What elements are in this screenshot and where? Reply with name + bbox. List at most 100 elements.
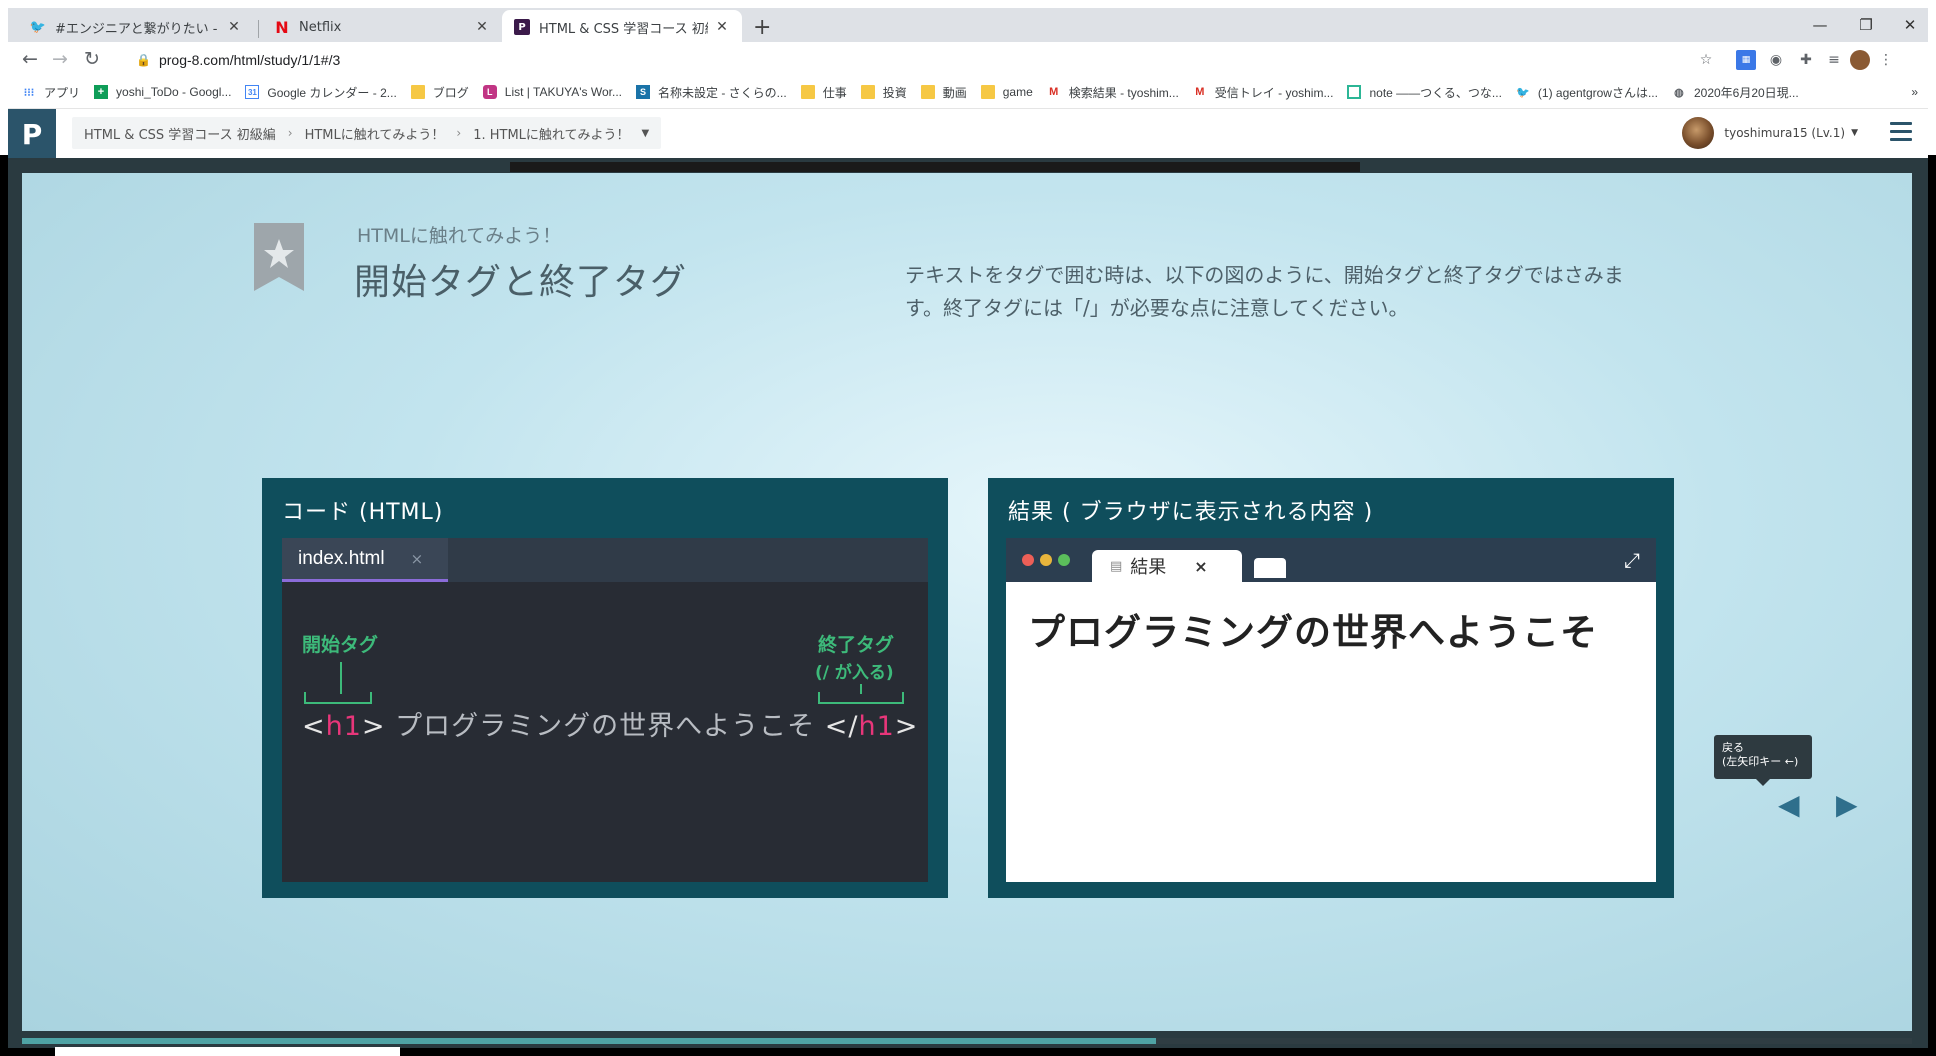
bookmark-label: 受信トレイ - yoshim... — [1214, 85, 1334, 100]
expand-icon[interactable]: ⤢ — [1624, 548, 1640, 572]
close-tab-icon[interactable]: ✕ — [226, 19, 242, 35]
end-tag-note: (/ が入る) — [815, 663, 894, 683]
puzzle-extensions-icon[interactable]: ✚ — [1796, 50, 1816, 70]
bookmark-label: List | TAKUYA's Wor... — [504, 85, 623, 99]
browser-toolbar: ← → ↻ 🔒 prog-8.com/html/study/1/1#/3 ☆ ▦… — [8, 42, 1928, 78]
lesson-title: 開始タグと終了タグ — [354, 262, 688, 303]
hamburger-menu-icon[interactable] — [1890, 122, 1912, 142]
sheets-icon: + — [94, 85, 109, 99]
address-bar[interactable]: 🔒 prog-8.com/html/study/1/1#/3 — [118, 45, 1718, 75]
close-tab-icon[interactable]: ✕ — [714, 19, 730, 35]
site-icon: L — [482, 85, 497, 99]
start-tag-connector — [340, 662, 342, 694]
bookmark-label: 検索結果 - tyoshim... — [1068, 85, 1179, 100]
lesson-description: テキストをタグで囲む時は、以下の図のように、開始タグと終了タグではさみます。終了… — [905, 263, 1624, 320]
editor-tab-bar: index.html × — [282, 538, 928, 582]
close-icon[interactable]: × — [411, 550, 424, 568]
globe-icon: ◍ — [1674, 86, 1684, 99]
result-tab-label: 結果 — [1130, 557, 1167, 578]
apps-grid-icon: ⁝⁝⁝ — [23, 86, 35, 99]
result-browser-tab: ▤ 結果 × — [1092, 550, 1242, 582]
breadcrumb-course[interactable]: HTML & CSS 学習コース 初級編 — [84, 124, 276, 143]
slide-progress-bar — [22, 1038, 1912, 1044]
bookmark-item[interactable]: + yoshi_ToDo - Googl... — [94, 85, 231, 99]
browser-tab-progate[interactable]: P HTML & CSS 学習コース 初級編 | Progate ✕ — [502, 10, 742, 44]
calendar-extension-icon[interactable]: ▦ — [1736, 50, 1756, 70]
site-icon: S — [636, 85, 651, 99]
result-new-tab — [1254, 558, 1286, 578]
close-dot-icon — [1022, 554, 1034, 566]
twitter-icon: 🐦 — [29, 19, 47, 35]
user-menu[interactable]: tyoshimura15 (Lv.1) ▼ — [1682, 117, 1858, 149]
new-tab-button[interactable]: + — [753, 15, 771, 40]
bookmark-item[interactable]: 31 Google カレンダー - 2... — [245, 84, 397, 101]
back-tooltip: 戻る (左矢印キー ←) — [1714, 735, 1812, 786]
bookmark-item[interactable]: 動画 — [920, 84, 967, 101]
extension-icon[interactable]: ◉ — [1766, 50, 1786, 70]
bookmark-item[interactable]: 仕事 — [800, 84, 847, 101]
next-slide-arrow-icon[interactable]: ▶ — [1836, 788, 1858, 821]
media-control-icon[interactable]: ≡ — [1824, 50, 1844, 70]
result-heading: プログラミングの世界へようこそ — [1028, 611, 1598, 654]
editor-file-name: index.html — [298, 547, 385, 569]
bookmark-label: アプリ — [44, 85, 81, 100]
more-bookmarks-icon[interactable]: » — [1911, 85, 1918, 99]
browser-tab-netflix[interactable]: N Netflix ✕ — [262, 10, 502, 44]
browser-tab-title: Netflix — [299, 19, 342, 35]
folder-icon — [980, 85, 995, 99]
code-editor: index.html × 開始タグ 終了タグ (/ が入る) <h1> プログラ… — [282, 538, 928, 882]
bookmark-item[interactable]: 投資 — [860, 84, 907, 101]
avatar[interactable] — [1682, 117, 1715, 149]
chrome-menu-icon[interactable]: ⋮ — [1876, 50, 1896, 70]
bookmark-item[interactable]: M 検索結果 - tyoshim... — [1047, 84, 1179, 101]
caret-down-icon[interactable]: ▼ — [642, 128, 650, 139]
code-content: プログラミングの世界へようこそ — [395, 711, 816, 742]
gmail-icon: M — [1195, 86, 1205, 98]
address-bar-url: prog-8.com/html/study/1/1#/3 — [158, 52, 341, 68]
bookmark-label: (1) agentgrowさんは... — [1537, 85, 1658, 100]
bookmark-item[interactable]: ブログ — [410, 84, 469, 101]
progate-logo-icon[interactable]: P — [8, 109, 56, 159]
prev-slide-arrow-icon[interactable]: ◀ — [1778, 788, 1800, 821]
close-bracket: > — [894, 711, 919, 742]
breadcrumb-section[interactable]: HTMLに触れてみよう！ — [305, 124, 445, 143]
bookmark-apps[interactable]: ⁝⁝⁝ アプリ — [22, 84, 80, 101]
bookmark-label: game — [1002, 85, 1033, 99]
bookmark-label: 2020年6月20日現... — [1693, 85, 1799, 100]
forward-arrow-icon[interactable]: → — [48, 48, 72, 70]
slide-progress-fill — [22, 1038, 1156, 1044]
reload-icon[interactable]: ↻ — [80, 48, 104, 70]
bookmark-item[interactable]: ◍ 2020年6月20日現... — [1672, 84, 1799, 101]
progate-header: P HTML & CSS 学習コース 初級編 › HTMLに触れてみよう！ › … — [8, 108, 1928, 159]
editor-file-tab[interactable]: index.html × — [282, 538, 448, 582]
back-arrow-icon[interactable]: ← — [18, 48, 42, 70]
bookmark-item[interactable]: game — [980, 85, 1033, 99]
folder-icon — [920, 85, 935, 99]
star-bookmark-icon[interactable]: ☆ — [1696, 50, 1716, 70]
minimize-icon[interactable]: — — [1800, 16, 1840, 34]
folder-icon — [800, 85, 815, 99]
browser-tab-twitter[interactable]: 🐦 #エンジニアと繋がりたい - Twitter検索 ✕ — [18, 10, 254, 44]
tag-name: h1 — [858, 711, 895, 742]
folder-icon — [860, 85, 875, 99]
close-window-icon[interactable]: ✕ — [1890, 16, 1930, 34]
bookmark-star-icon[interactable] — [254, 223, 304, 291]
bookmark-label: yoshi_ToDo - Googl... — [116, 85, 232, 99]
code-line: <h1> プログラミングの世界へようこそ </h1> — [302, 704, 918, 743]
breadcrumb-lesson[interactable]: 1. HTMLに触れてみよう！ — [473, 124, 629, 143]
bookmark-item[interactable]: L List | TAKUYA's Wor... — [482, 85, 623, 99]
browser-tab-title: #エンジニアと繋がりたい - Twitter検索 — [55, 21, 220, 37]
bookmark-item[interactable]: S 名称未設定 - さくらの... — [636, 84, 787, 101]
username: tyoshimura15 (Lv.1) — [1724, 126, 1846, 140]
close-tab-icon[interactable]: ✕ — [474, 19, 490, 35]
profile-avatar-icon[interactable] — [1850, 50, 1870, 70]
folder-icon — [410, 85, 425, 99]
bookmark-item[interactable]: M 受信トレイ - yoshim... — [1193, 84, 1334, 101]
netflix-icon: N — [275, 17, 289, 37]
bookmark-item[interactable]: 🐦 (1) agentgrowさんは... — [1516, 84, 1658, 101]
bookmark-item[interactable]: note ——つくる、つな... — [1347, 84, 1502, 101]
progate-icon: P — [514, 19, 530, 35]
restore-icon[interactable]: ❐ — [1846, 16, 1886, 34]
lesson-subtitle: HTMLに触れてみよう！ — [357, 225, 562, 247]
result-browser: ▤ 結果 × ⤢ プログラミングの世界へようこそ — [1006, 538, 1656, 882]
